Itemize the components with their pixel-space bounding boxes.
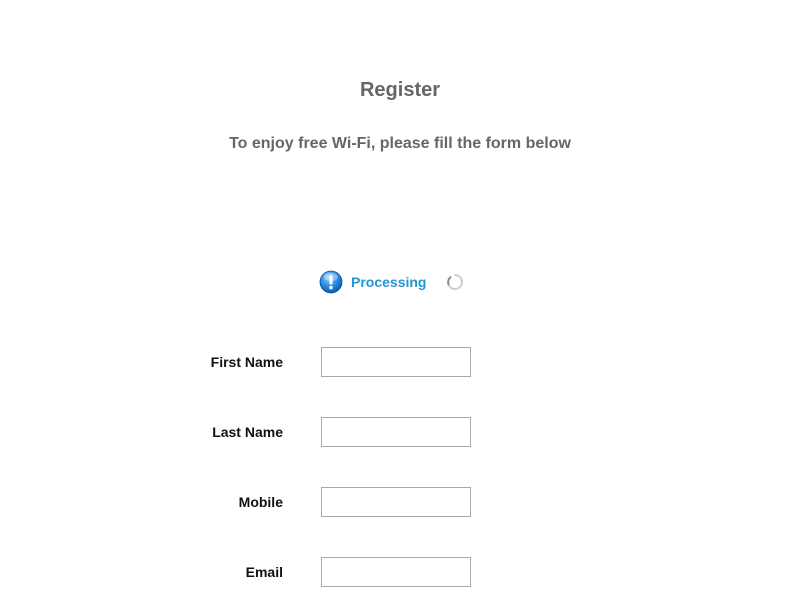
last-name-field[interactable] [321, 417, 471, 447]
last-name-label: Last Name [212, 424, 283, 440]
page-subtitle: To enjoy free Wi-Fi, please fill the for… [229, 135, 571, 152]
email-label: Email [245, 564, 283, 580]
status-text: Processing [351, 274, 427, 290]
mobile-field[interactable] [321, 487, 471, 517]
mobile-label: Mobile [238, 494, 283, 510]
register-page: Register To enjoy free Wi-Fi, please fil… [0, 0, 800, 600]
first-name-label: First Name [210, 354, 283, 370]
info-icon [319, 270, 343, 294]
email-field[interactable] [321, 557, 471, 587]
page-title: Register [359, 79, 441, 101]
loading-spinner-icon [447, 273, 464, 290]
first-name-field[interactable] [321, 347, 471, 377]
processing-status: Processing [319, 269, 464, 295]
